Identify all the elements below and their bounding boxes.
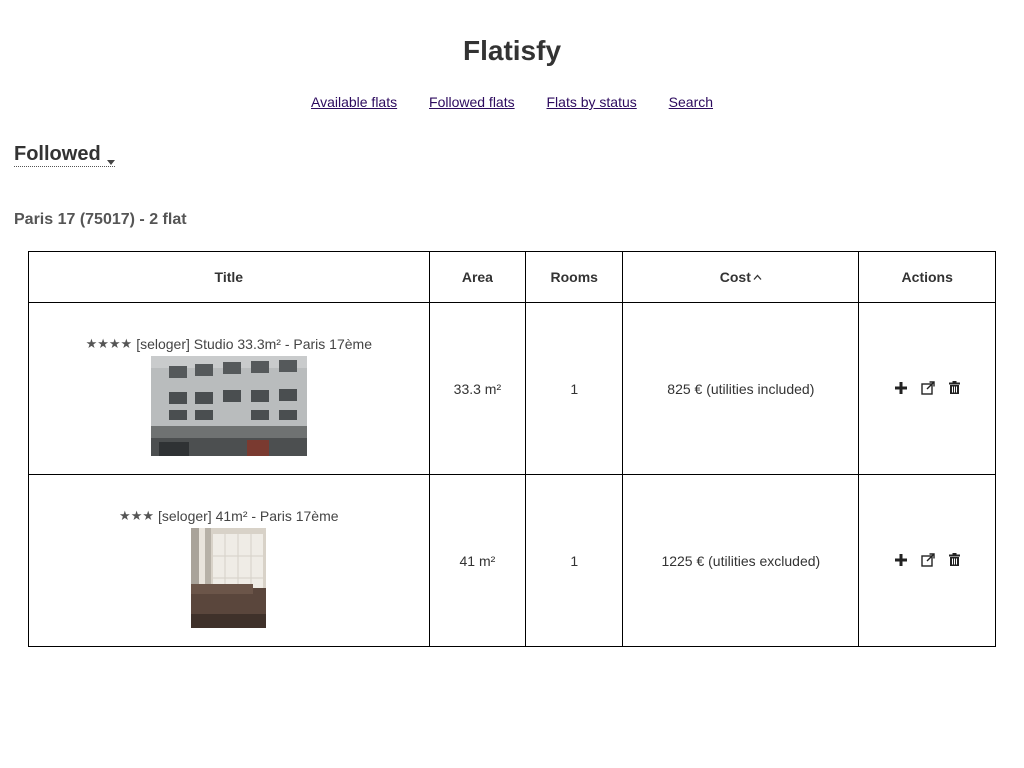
nav-available-flats[interactable]: Available flats	[311, 94, 397, 110]
star-icon[interactable]: ★	[121, 337, 133, 351]
status-dropdown[interactable]: Followed	[14, 142, 115, 167]
header-area-label: Area	[461, 269, 493, 285]
flat-title-cell: ★ ★ ★ ★ [seloger] Studio 33.3m² - Paris 17è…	[28, 302, 430, 475]
header-rooms-label: Rooms	[550, 269, 598, 285]
header-actions: Actions	[858, 251, 996, 303]
header-cost[interactable]: Cost	[622, 251, 860, 303]
flat-area: 41 m²	[428, 474, 527, 647]
star-icon[interactable]: ★	[142, 509, 154, 523]
flats-table: Title Area Rooms Cost Actions ★ ★ ★ ★ [selo…	[28, 251, 996, 647]
flat-title-cell: ★ ★ ★ [seloger] 41m² - Paris 17ème	[28, 474, 430, 647]
star-icon[interactable]: ★	[86, 337, 98, 351]
star-icon[interactable]: ★	[119, 509, 131, 523]
star-icon[interactable]: ★	[131, 509, 143, 523]
flat-title-link[interactable]: [seloger] Studio 33.3m² - Paris 17ème	[136, 336, 372, 352]
star-rating[interactable]: ★ ★ ★	[119, 509, 154, 523]
header-title[interactable]: Title	[28, 251, 430, 303]
app-title: Flatisfy	[462, 35, 562, 66]
building-facade-photo[interactable]	[150, 356, 307, 456]
flat-cost: 825 € (utilities included)	[622, 302, 860, 475]
flat-rooms: 1	[525, 302, 624, 475]
living-room-photo[interactable]	[191, 528, 267, 628]
chevron-up-icon	[753, 273, 762, 284]
external-link-icon[interactable]	[921, 552, 935, 567]
flat-rooms: 1	[525, 474, 624, 647]
table-row: ★ ★ ★ ★ [seloger] Studio 33.3m² - Paris 17è…	[28, 302, 996, 475]
star-rating[interactable]: ★ ★ ★ ★	[86, 337, 133, 351]
plus-icon[interactable]	[894, 553, 907, 566]
star-icon[interactable]: ★	[97, 337, 109, 351]
trash-icon[interactable]	[948, 553, 960, 566]
header-rooms[interactable]: Rooms	[525, 251, 624, 303]
caret-down-icon	[106, 160, 115, 165]
nav-search[interactable]: Search	[669, 94, 713, 110]
trash-icon[interactable]	[948, 381, 960, 394]
plus-icon[interactable]	[894, 381, 907, 394]
flat-actions	[858, 302, 996, 475]
header-actions-label: Actions	[901, 269, 953, 285]
external-link-icon[interactable]	[921, 380, 935, 395]
flat-actions	[858, 474, 996, 647]
main-nav: Available flats Followed flats Flats by …	[0, 94, 1024, 110]
header-cost-label: Cost	[719, 269, 751, 285]
nav-flats-by-status[interactable]: Flats by status	[547, 94, 637, 110]
nav-followed-flats[interactable]: Followed flats	[429, 94, 515, 110]
star-icon[interactable]: ★	[109, 337, 121, 351]
status-dropdown-value: Followed	[14, 143, 101, 165]
header-area[interactable]: Area	[428, 251, 527, 303]
header-title-label: Title	[214, 269, 244, 285]
table-row: ★ ★ ★ [seloger] 41m² - Paris 17ème 41 m²…	[28, 474, 996, 647]
table-header-row: Title Area Rooms Cost Actions	[28, 251, 996, 303]
postal-group-heading: Paris 17 (75017) - 2 flat	[14, 211, 187, 228]
flat-title-link[interactable]: [seloger] 41m² - Paris 17ème	[158, 508, 339, 524]
flat-area: 33.3 m²	[428, 302, 527, 475]
flat-cost: 1225 € (utilities excluded)	[622, 474, 860, 647]
